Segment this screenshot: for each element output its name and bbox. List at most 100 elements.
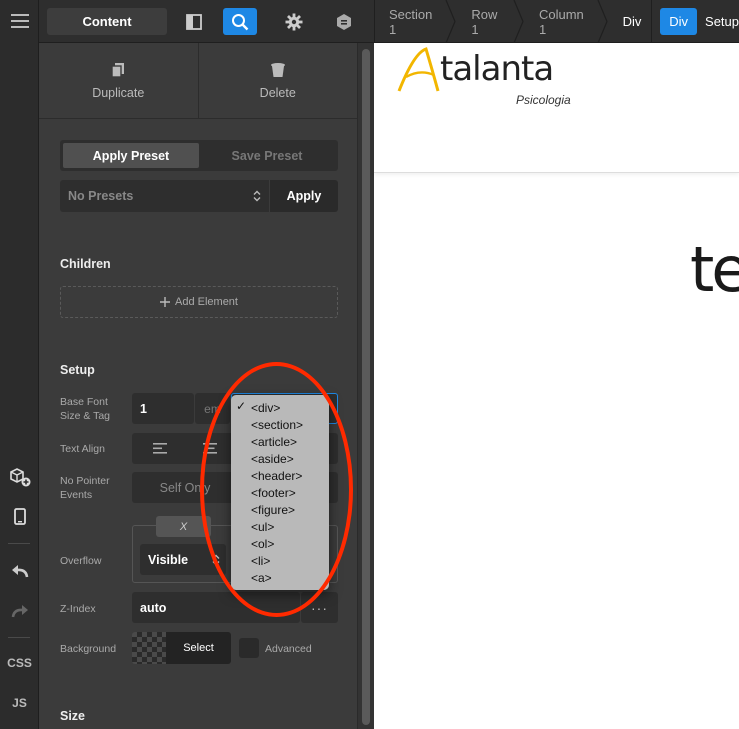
overflow-x-tab[interactable]: X bbox=[156, 516, 211, 537]
top-bar: Content Section 1 Row 1 Column 1 Div Div… bbox=[39, 0, 739, 43]
duplicate-button[interactable]: Duplicate bbox=[39, 43, 199, 118]
overflow-label: Overflow bbox=[60, 555, 102, 567]
zindex-more-button[interactable]: ··· bbox=[301, 592, 338, 623]
delete-button[interactable]: Delete bbox=[199, 43, 358, 118]
breadcrumb-label: Section 1 bbox=[389, 6, 433, 37]
more-icon: ··· bbox=[311, 599, 328, 616]
rail-divider bbox=[8, 543, 30, 544]
zindex-input[interactable]: auto bbox=[132, 592, 300, 623]
properties-panel: Duplicate Delete Apply Preset Save Prese… bbox=[39, 43, 357, 729]
tag-option[interactable]: <ul> bbox=[231, 518, 329, 535]
tag-option-label: <a> bbox=[251, 570, 272, 585]
theme-icon[interactable] bbox=[327, 8, 361, 35]
breadcrumb-section[interactable]: Section 1 bbox=[375, 0, 457, 43]
breadcrumb-separator-icon bbox=[597, 0, 608, 43]
children-title: Children bbox=[60, 257, 111, 271]
panel-scrollbar[interactable] bbox=[357, 43, 374, 729]
logo-subtitle: Psicologia bbox=[516, 93, 571, 107]
css-button[interactable]: CSS bbox=[0, 648, 39, 678]
overflow-value: Visible bbox=[148, 552, 189, 567]
preset-tabs: Apply Preset Save Preset bbox=[60, 140, 338, 171]
size-title: Size bbox=[60, 709, 86, 723]
layout-toggle-icon[interactable] bbox=[177, 8, 211, 35]
js-button[interactable]: JS bbox=[0, 688, 39, 718]
tag-option-label: <footer> bbox=[251, 485, 296, 500]
breadcrumb-column[interactable]: Column 1 bbox=[525, 0, 609, 43]
base-font-input[interactable]: 1 bbox=[132, 393, 194, 424]
tab-apply-preset[interactable]: Apply Preset bbox=[63, 143, 199, 168]
mobile-device-icon[interactable] bbox=[0, 501, 39, 531]
tag-option-label: <article> bbox=[251, 434, 298, 449]
align-center-button[interactable] bbox=[188, 433, 232, 464]
delete-label: Delete bbox=[259, 85, 296, 100]
tag-option-label: <ol> bbox=[251, 536, 275, 551]
site-header: talanta Psicologia bbox=[374, 43, 739, 173]
pointer-events-label: No Pointer Events bbox=[60, 475, 110, 501]
base-font-label: Base Font Size & Tag bbox=[60, 396, 111, 422]
breadcrumb-separator-icon bbox=[513, 0, 524, 43]
align-left-button[interactable] bbox=[132, 433, 188, 464]
preset-select-value: No Presets bbox=[68, 189, 134, 203]
tag-option[interactable]: <section> bbox=[231, 416, 329, 433]
tag-option-label: <section> bbox=[251, 417, 304, 432]
chevron-updown-icon bbox=[253, 190, 261, 202]
undo-icon[interactable] bbox=[0, 556, 39, 586]
background-label: Background bbox=[60, 643, 117, 655]
trash-icon bbox=[270, 62, 285, 77]
tag-option[interactable]: <ol> bbox=[231, 535, 329, 552]
css-label: CSS bbox=[7, 656, 32, 670]
add-element-icon[interactable] bbox=[0, 462, 39, 492]
overflow-select[interactable]: Visible bbox=[140, 544, 226, 575]
breadcrumb-label: Column 1 bbox=[538, 6, 584, 37]
tag-option[interactable]: <li> bbox=[231, 552, 329, 569]
setup-tab[interactable]: Setup bbox=[705, 14, 739, 29]
tag-option[interactable]: <a> bbox=[231, 569, 329, 586]
align-left-icon bbox=[153, 443, 167, 454]
background-preview bbox=[132, 632, 166, 664]
unit-label: em bbox=[204, 401, 221, 416]
tag-option[interactable]: <header> bbox=[231, 467, 329, 484]
breadcrumb-div[interactable]: Div bbox=[609, 0, 652, 43]
tag-option[interactable]: <figure> bbox=[231, 501, 329, 518]
left-rail: CSS JS bbox=[0, 0, 39, 729]
tag-option[interactable]: <footer> bbox=[231, 484, 329, 501]
scroll-thumb[interactable] bbox=[362, 49, 370, 725]
tag-option[interactable]: ✓ <div> bbox=[231, 399, 329, 416]
chevron-updown-icon bbox=[212, 554, 220, 565]
content-tab[interactable]: Content bbox=[47, 8, 167, 35]
tag-option-label: <ul> bbox=[251, 519, 275, 534]
plus-icon bbox=[160, 297, 170, 307]
tag-option[interactable]: <aside> bbox=[231, 450, 329, 467]
element-actions: Duplicate Delete bbox=[39, 43, 357, 119]
search-icon[interactable] bbox=[223, 8, 257, 35]
tag-option-label: <aside> bbox=[251, 451, 294, 466]
advanced-checkbox[interactable] bbox=[239, 638, 259, 658]
duplicate-icon bbox=[111, 62, 125, 78]
gear-icon[interactable] bbox=[277, 8, 311, 35]
menu-icon[interactable] bbox=[0, 6, 39, 36]
apply-preset-button[interactable]: Apply bbox=[270, 180, 338, 212]
tag-option[interactable]: <article> bbox=[231, 433, 329, 450]
add-element-button[interactable]: Add Element bbox=[60, 286, 338, 318]
setup-title: Setup bbox=[60, 363, 95, 377]
duplicate-label: Duplicate bbox=[92, 85, 145, 100]
tab-save-preset[interactable]: Save Preset bbox=[199, 143, 335, 168]
redo-icon[interactable] bbox=[0, 596, 39, 626]
base-font-unit[interactable]: em bbox=[195, 393, 230, 424]
logo-a-mark bbox=[397, 47, 440, 92]
js-label: JS bbox=[12, 696, 27, 710]
active-element-pill[interactable]: Div bbox=[660, 8, 698, 35]
self-only-button[interactable]: Self Only bbox=[132, 472, 238, 503]
breadcrumb: Section 1 Row 1 Column 1 Div Div Setup bbox=[374, 0, 739, 43]
logo-text: talanta bbox=[440, 49, 554, 89]
breadcrumb-divider bbox=[651, 0, 653, 43]
align-center-icon bbox=[203, 443, 217, 454]
advanced-label: Advanced bbox=[265, 643, 312, 655]
breadcrumb-row[interactable]: Row 1 bbox=[457, 0, 525, 43]
add-element-label: Add Element bbox=[175, 296, 238, 308]
background-select-button[interactable]: Select bbox=[166, 632, 231, 664]
preset-select[interactable]: No Presets bbox=[60, 180, 269, 212]
page-heading: te bbox=[690, 233, 739, 306]
tag-option-label: <li> bbox=[251, 553, 271, 568]
text-align-label: Text Align bbox=[60, 443, 105, 455]
